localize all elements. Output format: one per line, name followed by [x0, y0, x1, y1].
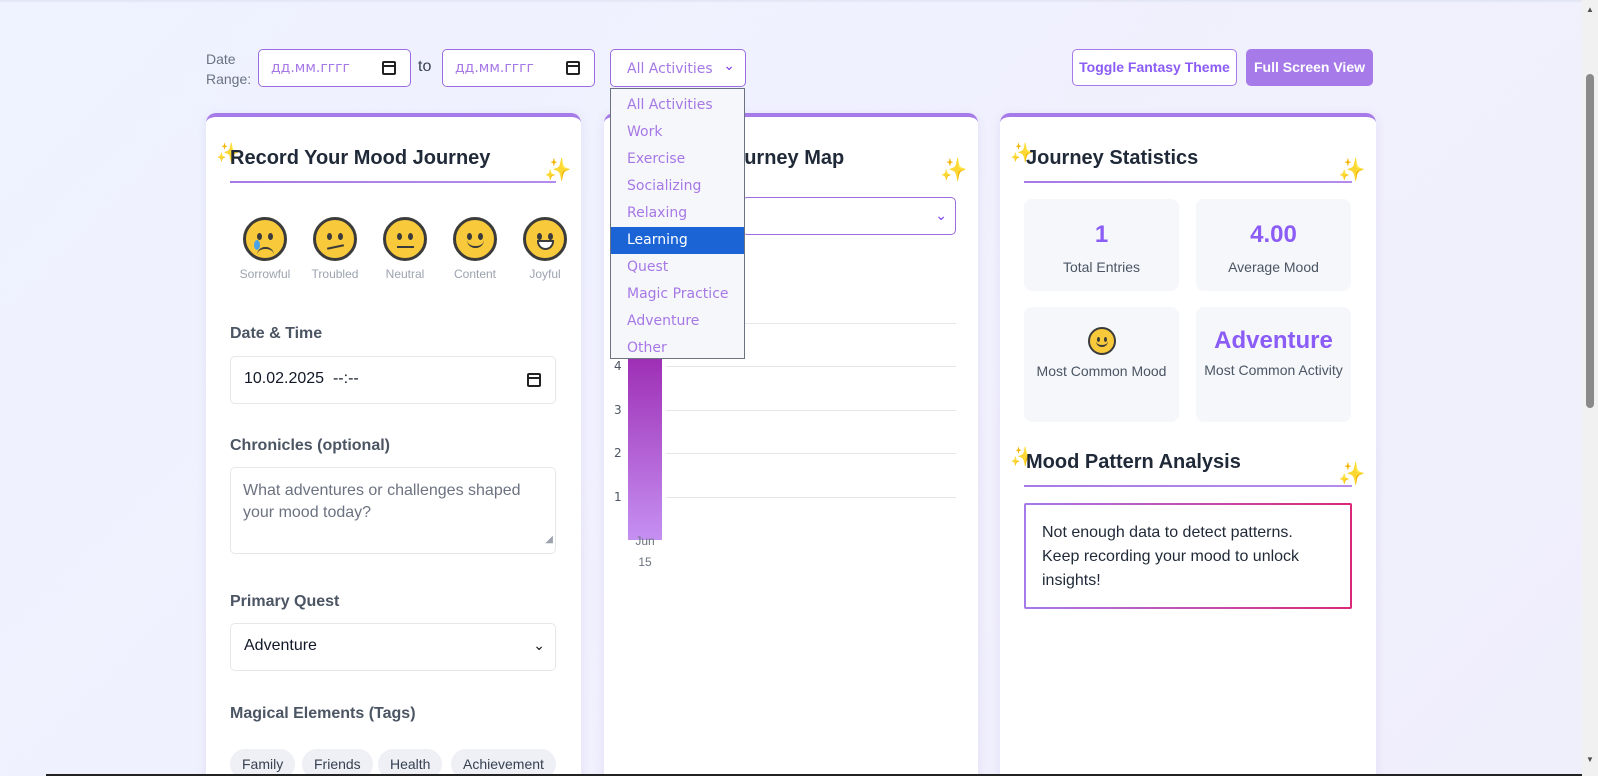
activity-filter-select[interactable]: All Activities ⌄ [610, 49, 746, 87]
chronicles-label: Chronicles (optional) [230, 437, 390, 454]
grinning-face-icon [523, 217, 567, 261]
dropdown-option[interactable]: Relaxing [611, 200, 744, 227]
journey-map-title: ourney Map [732, 147, 845, 169]
tag-chip[interactable]: Friends [302, 749, 373, 776]
full-screen-button[interactable]: Full Screen View [1246, 49, 1373, 86]
calendar-icon[interactable] [382, 61, 396, 75]
chevron-down-icon: ⌄ [723, 58, 735, 74]
quest-select[interactable]: Adventure ⌄ [230, 623, 556, 671]
statistics-title: Journey Statistics [1026, 147, 1199, 169]
mood-option-troubled[interactable]: Troubled [306, 217, 364, 281]
mood-option-neutral[interactable]: Neutral [376, 217, 434, 281]
chronicles-placeholder: What adventures or challenges shaped you… [243, 482, 521, 521]
dropdown-option[interactable]: Other [611, 335, 744, 362]
tag-chip[interactable]: Family [230, 749, 296, 776]
stat-label: Total Entries [1062, 259, 1141, 275]
to-label: to [418, 58, 432, 75]
stat-value: 1 [1094, 221, 1109, 248]
sparkle-icon: ✨ [1338, 461, 1366, 486]
title-divider [1024, 485, 1352, 487]
dropdown-option-highlighted[interactable]: Learning [611, 227, 744, 254]
chart-bar[interactable] [628, 344, 662, 540]
title-divider [1024, 181, 1352, 183]
mood-option-joyful[interactable]: Joyful [516, 217, 574, 281]
chronicles-textarea[interactable]: What adventures or challenges shaped you… [230, 467, 556, 554]
dropdown-option[interactable]: Adventure [611, 308, 744, 335]
record-title: Record Your Mood Journey [230, 147, 491, 169]
page-scrollbar[interactable]: ▲ ▼ [1582, 0, 1598, 776]
datetime-value: 10.02.2025 --:-- [244, 370, 359, 387]
tags-label: Magical Elements (Tags) [230, 705, 416, 722]
calendar-icon[interactable] [566, 61, 580, 75]
statistics-card: ✨ Journey Statistics ✨ 1 Total Entries 4… [1000, 113, 1376, 776]
mood-option-sorrowful[interactable]: Sorrowful [236, 217, 294, 281]
chart-gridline [666, 366, 956, 367]
datetime-label: Date & Time [230, 325, 323, 342]
datetime-input[interactable]: 10.02.2025 --:-- [230, 356, 556, 404]
dropdown-option[interactable]: All Activities [611, 92, 744, 119]
stat-common-activity: Adventure Most Common Activity [1196, 307, 1351, 422]
date-from-placeholder: дд.мм.гггг [271, 60, 350, 76]
slight-smile-face-icon [1087, 327, 1116, 355]
record-mood-card: ✨ Record Your Mood Journey ✨ Sorrowful T… [206, 113, 581, 776]
pattern-title: Mood Pattern Analysis [1026, 451, 1241, 473]
quest-label: Primary Quest [230, 593, 340, 610]
mood-label: Sorrowful [239, 267, 291, 281]
scroll-up-arrow-icon[interactable]: ▲ [1586, 5, 1594, 14]
crying-face-icon [243, 217, 287, 261]
stat-average-mood: 4.00 Average Mood [1196, 199, 1351, 291]
quest-value: Adventure [244, 637, 317, 654]
title-divider [230, 181, 556, 183]
activity-filter-value: All Activities [627, 61, 713, 77]
confused-face-icon [313, 217, 357, 261]
resize-handle-icon[interactable]: ◢ [545, 529, 553, 551]
top-shadow [0, 0, 1582, 3]
chevron-down-icon: ⌄ [935, 207, 947, 223]
y-tick-label: 3 [614, 402, 622, 417]
scroll-down-arrow-icon[interactable]: ▼ [1586, 755, 1594, 764]
stat-label: Average Mood [1228, 259, 1319, 275]
mood-label: Neutral [385, 267, 425, 281]
mood-filter-select[interactable]: ⌄ [742, 197, 956, 235]
date-from-input[interactable]: дд.мм.гггг [258, 49, 411, 87]
stat-common-mood: Most Common Mood [1024, 307, 1179, 422]
tag-chip[interactable]: Achievement [451, 749, 556, 776]
dropdown-option[interactable]: Work [611, 119, 744, 146]
chevron-down-icon: ⌄ [533, 637, 545, 653]
filter-bar: Date Range: дд.мм.гггг to дд.мм.гггг All… [206, 48, 1376, 88]
tag-chip[interactable]: Health [378, 749, 443, 776]
activity-dropdown-list: All Activities Work Exercise Socializing… [610, 88, 745, 359]
sparkle-icon: ✨ [544, 157, 572, 182]
neutral-face-icon [383, 217, 427, 261]
x-tick-label: Jun 15 [635, 534, 655, 569]
mood-option-content[interactable]: Content [446, 217, 504, 281]
chart-gridline [666, 453, 956, 454]
y-tick-label: 2 [614, 446, 622, 460]
date-to-input[interactable]: дд.мм.гггг [442, 49, 595, 87]
stat-label: Most Common Mood [1036, 363, 1167, 379]
toggle-theme-button[interactable]: Toggle Fantasy Theme [1072, 49, 1237, 86]
scroll-thumb[interactable] [1586, 74, 1594, 408]
slight-smile-face-icon [453, 217, 497, 261]
stat-total-entries: 1 Total Entries [1024, 199, 1179, 291]
sparkle-icon: ✨ [940, 157, 968, 182]
y-tick-label: 1 [614, 489, 622, 504]
chart-gridline [666, 496, 956, 498]
dropdown-option[interactable]: Magic Practice [611, 281, 744, 308]
dropdown-option[interactable]: Exercise [611, 146, 744, 173]
calendar-icon[interactable] [527, 373, 541, 387]
pattern-message: Not enough data to detect patterns. Keep… [1024, 503, 1352, 609]
dropdown-option[interactable]: Quest [611, 254, 744, 281]
stat-value: 4.00 [1250, 221, 1297, 248]
dropdown-option[interactable]: Socializing [611, 173, 744, 200]
stat-label: Most Common Activity [1204, 362, 1343, 378]
mood-label: Content [453, 267, 497, 281]
chart-gridline [666, 409, 956, 411]
date-range-label: Date Range: [206, 51, 252, 87]
stat-value: Adventure [1214, 327, 1333, 354]
mood-label: Troubled [311, 267, 359, 281]
mood-label: Joyful [529, 267, 561, 281]
sparkle-icon: ✨ [1338, 157, 1366, 182]
date-to-placeholder: дд.мм.гггг [455, 60, 534, 76]
